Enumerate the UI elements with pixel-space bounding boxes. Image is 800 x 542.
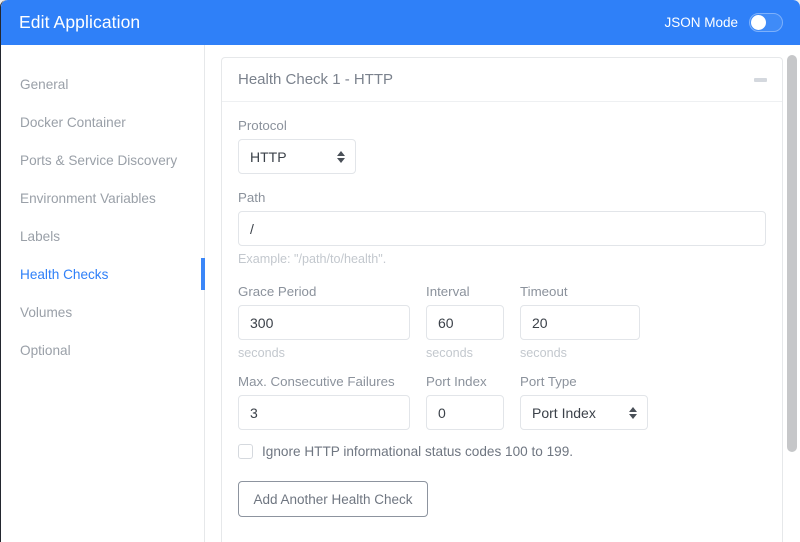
interval-help-text: seconds	[426, 346, 504, 360]
port-index-field-group: Port Index 0	[426, 374, 504, 430]
titlebar-actions: JSON Mode	[664, 13, 783, 32]
timing-fields-row: Grace Period 300 seconds Interval 60 sec…	[238, 284, 766, 360]
sidebar-item-labels[interactable]: Labels	[1, 217, 204, 255]
sidebar-item-general[interactable]: General	[1, 65, 204, 103]
path-help-text: Example: "/path/to/health".	[238, 252, 766, 266]
dialog-title: Edit Application	[19, 12, 140, 33]
grace-period-help-text: seconds	[238, 346, 410, 360]
health-check-panel: Health Check 1 - HTTP Protocol HTTP	[221, 57, 783, 542]
chevron-updown-icon	[337, 151, 345, 163]
sidebar-item-ports-service-discovery[interactable]: Ports & Service Discovery	[1, 141, 204, 179]
sidebar-item-optional[interactable]: Optional	[1, 331, 204, 369]
main-scrollbar[interactable]	[787, 51, 797, 536]
port-type-field-group: Port Type Port Index	[520, 374, 648, 430]
sidebar-item-label: Health Checks	[20, 267, 108, 282]
timeout-help-text: seconds	[520, 346, 640, 360]
sidebar-item-label: Optional	[20, 343, 71, 358]
port-index-label: Port Index	[426, 374, 504, 389]
path-field-group: Path / Example: "/path/to/health".	[238, 190, 766, 266]
health-check-form: Protocol HTTP Path / Examp	[222, 102, 782, 517]
path-label: Path	[238, 190, 766, 205]
port-type-label: Port Type	[520, 374, 648, 389]
dialog-sidebar: General Docker Container Ports & Service…	[1, 45, 205, 542]
timeout-input[interactable]: 20	[520, 305, 640, 340]
max-failures-field-group: Max. Consecutive Failures 3	[238, 374, 410, 430]
sidebar-item-label: Ports & Service Discovery	[20, 153, 177, 168]
ignore-informational-label: Ignore HTTP informational status codes 1…	[262, 444, 573, 459]
grace-period-input[interactable]: 300	[238, 305, 410, 340]
max-failures-label: Max. Consecutive Failures	[238, 374, 410, 389]
protocol-label: Protocol	[238, 118, 766, 133]
port-type-select[interactable]: Port Index	[520, 395, 648, 430]
add-another-health-check-button[interactable]: Add Another Health Check	[238, 481, 428, 517]
minus-icon[interactable]	[754, 78, 767, 82]
path-input[interactable]: /	[238, 211, 766, 246]
grace-period-field-group: Grace Period 300 seconds	[238, 284, 410, 360]
timeout-label: Timeout	[520, 284, 640, 299]
protocol-select[interactable]: HTTP	[238, 139, 356, 174]
sidebar-item-label: General	[20, 77, 68, 92]
protocol-field-group: Protocol HTTP	[238, 118, 766, 174]
chevron-updown-icon	[629, 407, 637, 419]
dialog-main-content: Health Check 1 - HTTP Protocol HTTP	[205, 45, 800, 542]
toggle-knob	[751, 15, 766, 30]
sidebar-item-label: Docker Container	[20, 115, 126, 130]
ignore-informational-checkbox[interactable]	[238, 444, 253, 459]
sidebar-item-label: Labels	[20, 229, 60, 244]
sidebar-item-label: Volumes	[20, 305, 72, 320]
protocol-select-value: HTTP	[250, 149, 287, 165]
sidebar-item-volumes[interactable]: Volumes	[1, 293, 204, 331]
ignore-informational-row[interactable]: Ignore HTTP informational status codes 1…	[238, 444, 766, 459]
interval-label: Interval	[426, 284, 504, 299]
dialog-titlebar: Edit Application JSON Mode	[1, 0, 800, 45]
json-mode-toggle[interactable]	[749, 13, 783, 32]
json-mode-label: JSON Mode	[664, 15, 738, 30]
main-scrollbar-thumb[interactable]	[787, 55, 797, 452]
health-check-panel-header: Health Check 1 - HTTP	[222, 58, 782, 102]
interval-input[interactable]: 60	[426, 305, 504, 340]
sidebar-item-label: Environment Variables	[20, 191, 156, 206]
port-type-select-value: Port Index	[532, 405, 596, 421]
sidebar-item-health-checks[interactable]: Health Checks	[1, 255, 204, 293]
interval-field-group: Interval 60 seconds	[426, 284, 504, 360]
port-fields-row: Max. Consecutive Failures 3 Port Index 0…	[238, 374, 766, 430]
timeout-field-group: Timeout 20 seconds	[520, 284, 640, 360]
grace-period-label: Grace Period	[238, 284, 410, 299]
max-failures-input[interactable]: 3	[238, 395, 410, 430]
port-index-input[interactable]: 0	[426, 395, 504, 430]
health-check-panel-title: Health Check 1 - HTTP	[238, 71, 393, 88]
sidebar-item-environment-variables[interactable]: Environment Variables	[1, 179, 204, 217]
sidebar-item-docker-container[interactable]: Docker Container	[1, 103, 204, 141]
edit-application-dialog: Edit Application JSON Mode General Docke…	[0, 0, 800, 542]
dialog-body: General Docker Container Ports & Service…	[1, 45, 800, 542]
